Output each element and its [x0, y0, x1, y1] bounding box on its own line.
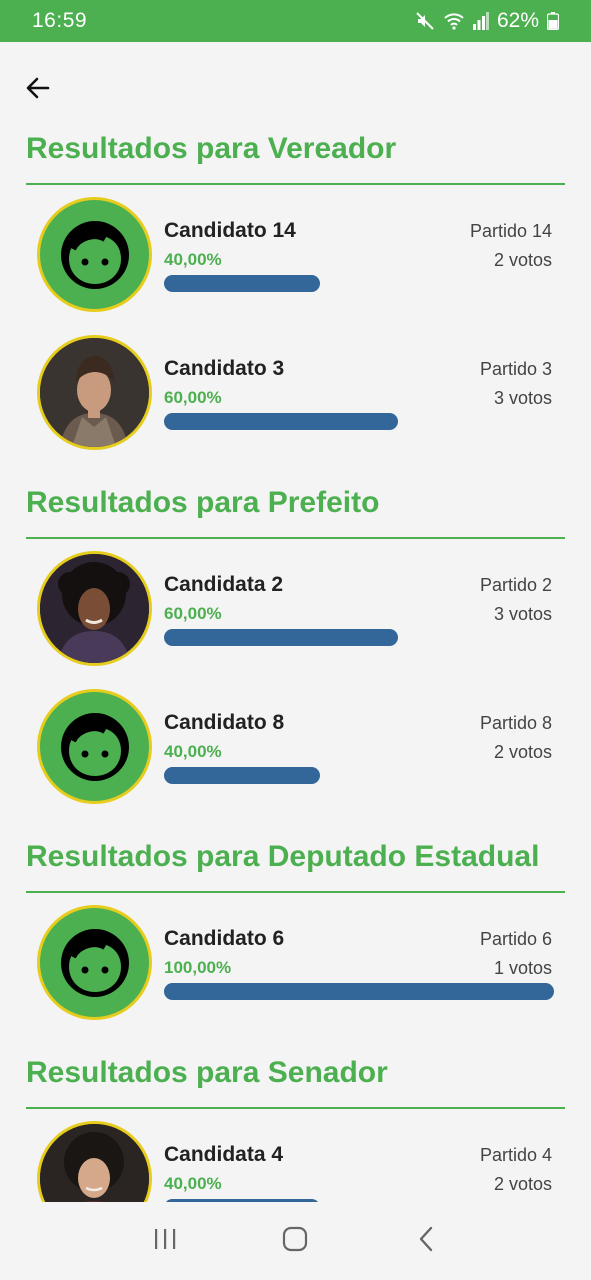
home-icon — [282, 1226, 308, 1257]
candidate-percent: 40,00% — [164, 250, 222, 269]
vote-progress-fill — [164, 413, 398, 430]
default-avatar-icon — [37, 689, 152, 804]
candidate-votes: 3 votos — [493, 604, 552, 624]
candidate-card[interactable]: Candidata 2 60,00% Partido 2 3 votos — [0, 551, 591, 669]
vote-progress-bar — [164, 767, 554, 784]
section-title-vereador: Resultados para Vereador — [26, 132, 397, 165]
candidate-card[interactable]: Candidato 6 100,00% Partido 6 1 votos — [0, 905, 591, 1023]
candidate-party: Partido 2 — [479, 575, 552, 595]
results-list[interactable]: Resultados para Vereador Candidato 14 40… — [0, 120, 591, 1202]
candidate-card[interactable]: Candidata 4 40,00% Partido 4 2 votos — [0, 1121, 591, 1202]
back-nav-button[interactable] — [396, 1211, 456, 1271]
back-button[interactable] — [20, 72, 56, 108]
candidate-votes: 1 votos — [493, 958, 552, 978]
candidate-percent: 40,00% — [164, 742, 222, 761]
vote-progress-bar — [164, 275, 554, 292]
section-title-senador: Resultados para Senador — [26, 1056, 388, 1089]
candidate-percent: 60,00% — [164, 388, 222, 407]
candidate-party: Partido 14 — [469, 221, 552, 241]
default-avatar-icon — [37, 905, 152, 1020]
system-nav-bar — [0, 1202, 591, 1280]
candidate-party: Partido 8 — [479, 713, 552, 733]
default-avatar-icon — [37, 197, 152, 312]
signal-icon — [472, 12, 489, 30]
vote-progress-bar — [164, 983, 554, 1000]
back-nav-icon — [416, 1225, 436, 1258]
candidate-party: Partido 6 — [479, 929, 552, 949]
battery-icon — [547, 12, 559, 30]
candidate-votes: 2 votos — [493, 742, 552, 762]
candidate-votes: 2 votos — [493, 250, 552, 270]
candidate-card[interactable]: Candidato 8 40,00% Partido 8 2 votos — [0, 689, 591, 807]
candidate-card[interactable]: Candidato 3 60,00% Partido 3 3 votos — [0, 335, 591, 453]
status-time: 16:59 — [32, 9, 88, 32]
arrow-left-icon — [24, 74, 52, 107]
status-icons: 62% — [415, 9, 559, 33]
mute-icon — [415, 11, 435, 31]
vote-progress-fill — [164, 767, 320, 784]
candidate-votes: 2 votos — [493, 1174, 552, 1194]
candidate-party: Partido 4 — [479, 1145, 552, 1165]
status-bar: 16:59 62% — [0, 0, 591, 42]
section-title-deputado-estadual: Resultados para Deputado Estadual — [26, 840, 540, 873]
wifi-icon — [443, 11, 465, 31]
candidate-percent: 100,00% — [164, 958, 232, 977]
battery-percent: 62% — [496, 9, 539, 32]
candidate-name: Candidata 4 — [164, 1143, 284, 1166]
candidate-votes: 3 votos — [493, 388, 552, 408]
vote-progress-bar — [164, 629, 554, 646]
candidate-percent: 40,00% — [164, 1174, 222, 1193]
candidate-photo — [37, 335, 152, 450]
candidate-card[interactable]: Candidato 14 40,00% Partido 14 2 votos — [0, 197, 591, 315]
recent-apps-icon — [153, 1227, 177, 1256]
candidate-name: Candidato 6 — [164, 927, 285, 950]
candidate-photo — [37, 551, 152, 666]
home-button[interactable] — [265, 1211, 325, 1271]
candidate-name: Candidato 3 — [164, 357, 285, 380]
section-divider — [26, 537, 565, 539]
candidate-party: Partido 3 — [479, 359, 552, 379]
vote-progress-fill — [164, 275, 320, 292]
section-title-prefeito: Resultados para Prefeito — [26, 486, 380, 519]
section-divider — [26, 891, 565, 893]
candidate-photo — [37, 1121, 152, 1202]
vote-progress-fill — [164, 629, 398, 646]
section-divider — [26, 1107, 565, 1109]
vote-progress-bar — [164, 413, 554, 430]
candidate-percent: 60,00% — [164, 604, 222, 623]
recent-apps-button[interactable] — [135, 1211, 195, 1271]
candidate-name: Candidata 2 — [164, 573, 284, 596]
vote-progress-fill — [164, 983, 554, 1000]
candidate-name: Candidato 8 — [164, 711, 285, 734]
section-divider — [26, 183, 565, 185]
candidate-name: Candidato 14 — [164, 219, 296, 242]
